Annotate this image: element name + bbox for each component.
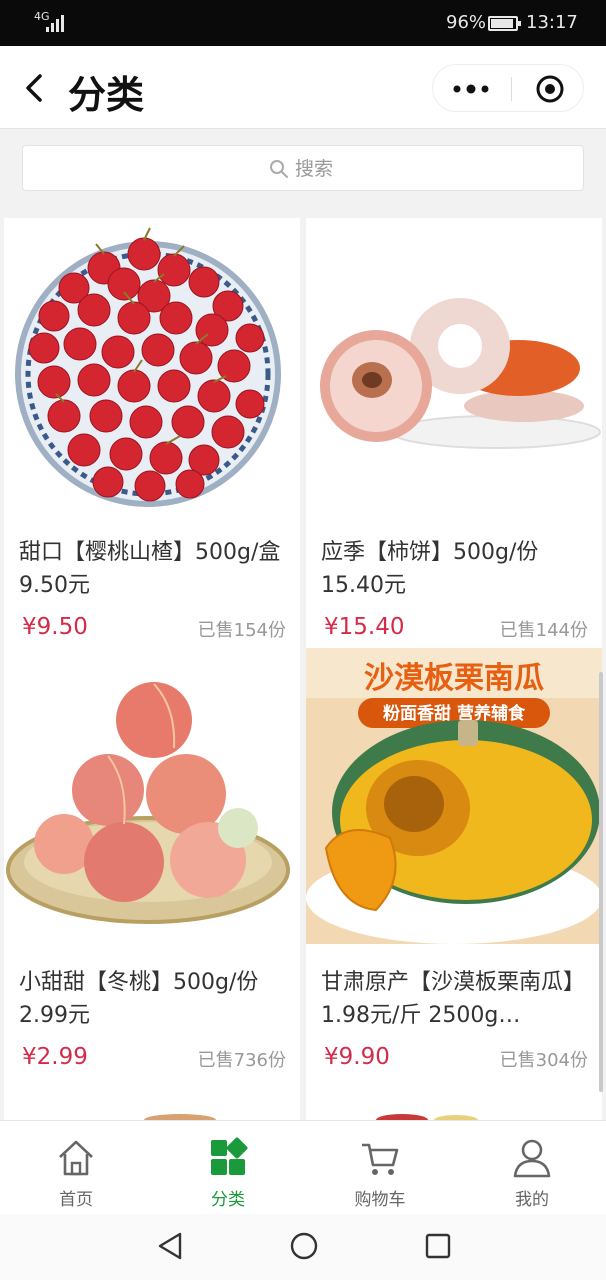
sold-count: 已售144份 [499, 620, 588, 641]
product-name: 小甜甜【冬桃】500g/份2.99元 [19, 970, 259, 1028]
home-icon [59, 1140, 93, 1176]
recents-square-icon[interactable] [424, 1230, 452, 1262]
product-image: 沙漠板栗南瓜 粉面香甜 营养辅食 [306, 648, 602, 944]
product-name: 甜口【樱桃山楂】500g/盒 9.50元 [19, 540, 281, 598]
product-price: ¥9.90 [324, 1044, 390, 1070]
capsule-divider [511, 77, 512, 101]
target-icon[interactable] [535, 74, 565, 104]
sold-count: 已售736份 [197, 1050, 286, 1071]
product-card[interactable]: 应季【柿饼】500g/份 15.40元 ¥15.40 已售144份 [306, 218, 602, 650]
product-price: ¥9.50 [22, 614, 88, 640]
product-image [4, 218, 300, 514]
system-nav-bar [0, 1214, 606, 1280]
product-image [4, 648, 300, 944]
category-icon [211, 1137, 248, 1175]
tab-label: 分类 [211, 1190, 245, 1210]
nav-bar: 分类 [0, 46, 606, 128]
tab-profile[interactable]: 我的 [456, 1121, 606, 1215]
tab-bar: 首页 分类 购物车 我的 [0, 1120, 606, 1214]
battery-percent: 96% [446, 12, 487, 33]
tab-label: 我的 [515, 1190, 549, 1210]
tab-label: 首页 [59, 1190, 93, 1210]
search-section [0, 128, 606, 206]
home-circle-icon[interactable] [288, 1230, 320, 1262]
more-dots-icon[interactable] [451, 65, 491, 113]
status-bar: 4G 96% 13:17 [0, 0, 606, 46]
search-icon [270, 160, 288, 178]
clock: 13:17 [526, 12, 578, 33]
product-card[interactable] [4, 1078, 300, 1120]
tab-label: 购物车 [354, 1190, 406, 1210]
tab-home[interactable]: 首页 [0, 1121, 152, 1215]
search-input[interactable] [295, 155, 445, 183]
product-card[interactable] [306, 1078, 602, 1120]
sold-count: 已售304份 [499, 1050, 588, 1071]
tab-category[interactable]: 分类 [152, 1121, 304, 1215]
tab-cart[interactable]: 购物车 [304, 1121, 456, 1215]
page-title: 分类 [68, 73, 145, 117]
product-image [306, 1078, 602, 1120]
product-price: ¥2.99 [22, 1044, 88, 1070]
mini-program-capsule [432, 64, 584, 112]
chevron-left-icon[interactable] [20, 68, 50, 108]
product-image [306, 218, 602, 514]
product-name: 甘肃原产【沙漠板栗南瓜】1.98元/斤 2500g… [321, 970, 586, 1028]
product-card[interactable]: 甜口【樱桃山楂】500g/盒 9.50元 ¥9.50 已售154份 [4, 218, 300, 650]
scroll-indicator[interactable] [599, 672, 603, 1092]
banner-title: 沙漠板栗南瓜 [364, 661, 544, 696]
sold-count: 已售154份 [197, 620, 286, 641]
product-image [4, 1078, 300, 1120]
product-grid: 甜口【樱桃山楂】500g/盒 9.50元 ¥9.50 已售154份 应季【柿饼】… [0, 206, 606, 1120]
signal-icon [46, 14, 66, 32]
product-price: ¥15.40 [324, 614, 405, 640]
product-name: 应季【柿饼】500g/份 15.40元 [321, 540, 539, 598]
user-icon [513, 1139, 551, 1178]
product-card[interactable]: 沙漠板栗南瓜 粉面香甜 营养辅食 甘肃原产【沙漠板栗南瓜】1.98元/斤 250… [306, 648, 602, 1080]
search-bar[interactable] [22, 145, 584, 191]
back-triangle-icon[interactable] [156, 1230, 184, 1262]
cart-icon [362, 1143, 399, 1175]
product-card[interactable]: 小甜甜【冬桃】500g/份2.99元 ¥2.99 已售736份 [4, 648, 300, 1080]
battery-icon [488, 16, 521, 31]
